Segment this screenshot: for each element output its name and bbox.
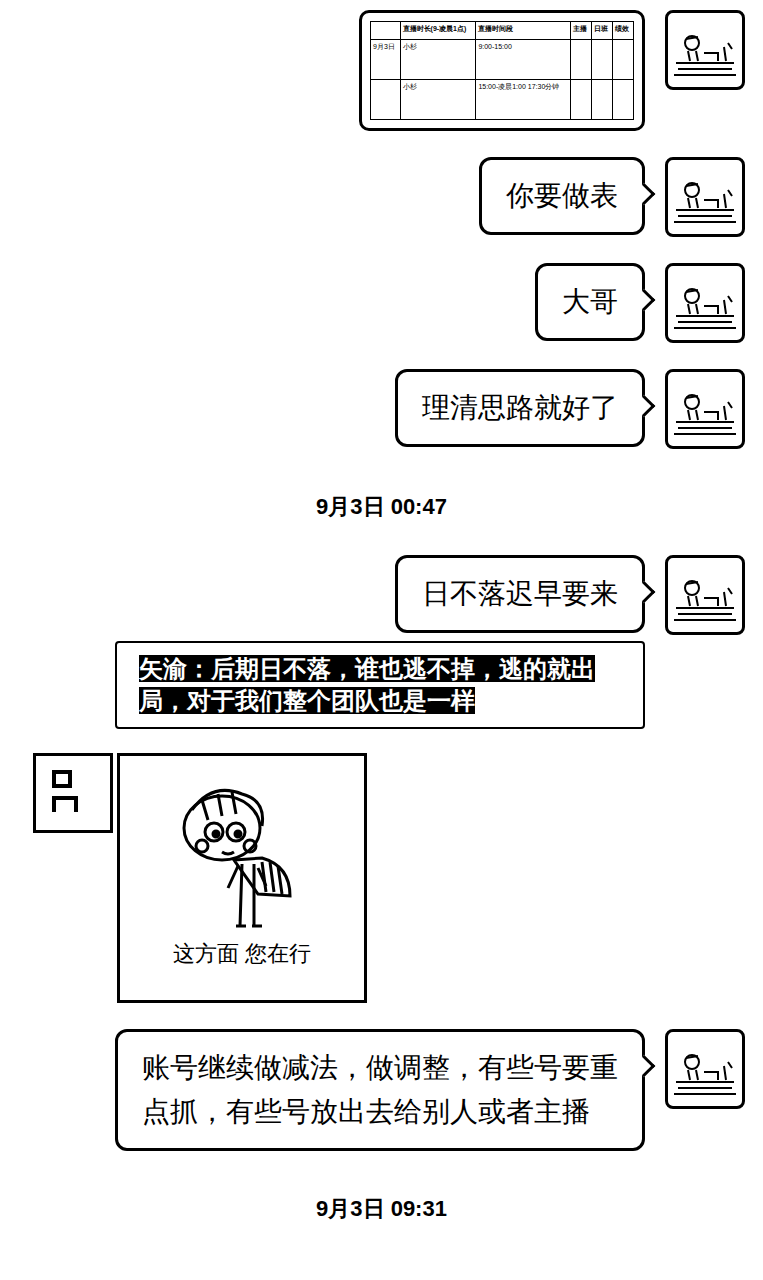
avatar-icon[interactable] [665,157,745,237]
message-text: 账号继续做减法，做调整，有些号要重点抓，有些号放出去给别人或者主播 [142,1052,618,1127]
avatar-icon[interactable] [665,555,745,635]
bubble-tail [633,581,656,604]
sticker-caption: 这方面 您在行 [173,940,311,968]
table-cell [371,80,401,120]
quote-text: 矢渝：后期日不落，谁也逃不掉，逃的就出局，对于我们整个团队也是一样 [139,655,595,714]
table-header-row: 直播时长(9-凌晨1点)直播时间段主播日班绩效 [371,22,634,40]
bubble-tail [633,289,656,312]
message-row: 日不落迟早要来 [0,555,763,635]
avatar-icon[interactable] [665,263,745,343]
avatar-icon[interactable] [665,10,745,90]
message-text: 大哥 [562,286,618,317]
table-header-cell: 直播时长(9-凌晨1点) [400,22,476,40]
message-text: 理清思路就好了 [422,392,618,423]
timestamp: 9月3日 00:47 [0,449,763,529]
quote-row: 矢渝：后期日不落，谁也逃不掉，逃的就出局，对于我们整个团队也是一样 [0,641,763,729]
message-row: 账号继续做减法，做调整，有些号要重点抓，有些号放出去给别人或者主播 [0,1029,763,1151]
message-bubble[interactable]: 你要做表 [479,157,645,235]
timestamp: 9月3日 09:31 [0,1151,763,1231]
table: 直播时长(9-凌晨1点)直播时间段主播日班绩效9月3日小杉9:00-15:00小… [370,21,634,120]
table-cell: 小杉 [400,40,476,80]
table-header-cell: 日班 [592,22,613,40]
table-cell: 9:00-15:00 [476,40,571,80]
sticker[interactable]: 这方面 您在行 [117,753,367,1003]
chat-view: 直播时长(9-凌晨1点)直播时间段主播日班绩效9月3日小杉9:00-15:00小… [0,0,763,1231]
table-row: 小杉15:00-凌晨1:00 17:30分钟 [371,80,634,120]
table-header-cell: 绩效 [613,22,634,40]
message-row: 直播时长(9-凌晨1点)直播时间段主播日班绩效9月3日小杉9:00-15:00小… [0,10,763,131]
avatar-icon[interactable] [665,369,745,449]
timestamp-text: 9月3日 00:47 [316,493,447,521]
table-cell: 9月3日 [371,40,401,80]
message-row: 大哥 [0,263,763,343]
bubble-tail [633,395,656,418]
table-cell [592,40,613,80]
table-cell: 15:00-凌晨1:00 17:30分钟 [476,80,571,120]
table-cell [613,80,634,120]
table-cell [571,40,592,80]
table-row: 9月3日小杉9:00-15:00 [371,40,634,80]
table-header-cell: 直播时间段 [476,22,571,40]
avatar-icon[interactable] [33,753,113,833]
message-text: 你要做表 [506,180,618,211]
bubble-tail [633,183,656,206]
message-text: 日不落迟早要来 [422,578,618,609]
avatar-icon[interactable] [665,1029,745,1109]
quoted-message[interactable]: 矢渝：后期日不落，谁也逃不掉，逃的就出局，对于我们整个团队也是一样 [115,641,645,729]
message-row: 你要做表 [0,157,763,237]
table-cell: 小杉 [400,80,476,120]
timestamp-text: 9月3日 09:31 [316,1195,447,1223]
bubble-tail [633,1055,656,1078]
message-row: 这方面 您在行 [0,753,763,1003]
table-cell [613,40,634,80]
table-image[interactable]: 直播时长(9-凌晨1点)直播时间段主播日班绩效9月3日小杉9:00-15:00小… [359,10,645,131]
message-bubble[interactable]: 账号继续做减法，做调整，有些号要重点抓，有些号放出去给别人或者主播 [115,1029,645,1151]
table-cell [571,80,592,120]
table-header-cell [371,22,401,40]
message-bubble[interactable]: 日不落迟早要来 [395,555,645,633]
message-bubble[interactable]: 理清思路就好了 [395,369,645,447]
cartoon-boy-icon [162,776,322,936]
message-bubble[interactable]: 大哥 [535,263,645,341]
table-header-cell: 主播 [571,22,592,40]
table-cell [592,80,613,120]
message-row: 理清思路就好了 [0,369,763,449]
